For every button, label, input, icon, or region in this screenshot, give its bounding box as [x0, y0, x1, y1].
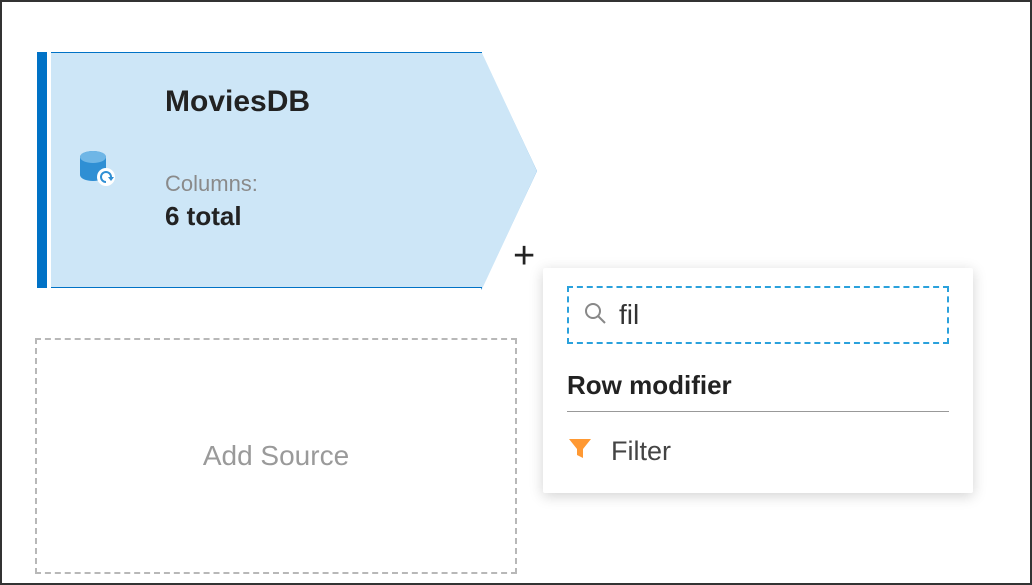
- menu-section-title: Row modifier: [567, 370, 949, 401]
- source-columns-label: Columns:: [165, 171, 462, 197]
- source-columns-value: 6 total: [165, 201, 462, 232]
- add-transformation-button[interactable]: +: [513, 237, 535, 275]
- source-icon-column: [51, 52, 143, 288]
- source-node[interactable]: MoviesDB Columns: 6 total: [37, 52, 482, 288]
- menu-item-filter[interactable]: Filter: [567, 432, 949, 471]
- menu-search-box[interactable]: [567, 286, 949, 344]
- add-source-label: Add Source: [203, 440, 349, 472]
- filter-icon: [567, 436, 593, 467]
- transformation-menu: Row modifier Filter: [543, 268, 973, 493]
- source-title: MoviesDB: [165, 85, 462, 119]
- menu-item-label: Filter: [611, 436, 671, 467]
- source-body: MoviesDB Columns: 6 total: [143, 52, 482, 288]
- search-icon: [583, 301, 607, 330]
- database-icon: [75, 146, 119, 195]
- search-input[interactable]: [619, 299, 933, 331]
- menu-divider: [567, 411, 949, 412]
- source-handle[interactable]: [37, 52, 47, 288]
- add-source-placeholder[interactable]: Add Source: [35, 338, 517, 574]
